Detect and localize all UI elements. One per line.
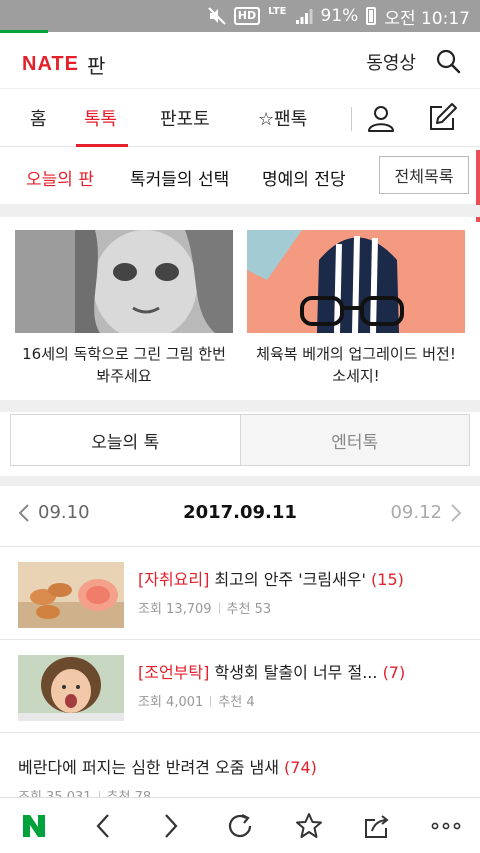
- forward-button[interactable]: [151, 806, 191, 846]
- featured-thumbnail-drawing: [15, 230, 233, 333]
- main-tabs: 홈 톡톡 판포토 ☆팬톡: [0, 89, 480, 147]
- tab-fantalk[interactable]: ☆팬톡: [258, 105, 307, 131]
- clock: 오전 10:17: [384, 8, 470, 29]
- all-list-button[interactable]: 전체목록: [379, 156, 469, 194]
- refresh-icon: [228, 813, 252, 837]
- date-navigation: 09.10 2017.09.11 09.12: [0, 487, 480, 547]
- list-item-recommend: 추천 4: [218, 695, 255, 710]
- section-gap: [0, 476, 480, 486]
- tab-home[interactable]: 홈: [30, 105, 47, 131]
- list-item-title: [자취요리] 최고의 안주 '크림새우' (15): [138, 566, 470, 590]
- back-button[interactable]: [83, 806, 123, 846]
- section-gap: [0, 400, 480, 412]
- list-item-title-text: 베란다에 퍼지는 심한 반려견 오줌 냄새: [18, 758, 279, 777]
- list-item-title-text: 최고의 안주 '크림새우': [214, 570, 366, 589]
- featured-card[interactable]: 16세의 독학으로 그린 그림 한번 봐주세요: [15, 230, 233, 387]
- star-icon: [295, 812, 322, 838]
- chevron-right-icon: [165, 813, 178, 838]
- subtab-hall-of-fame[interactable]: 명예의 전당: [262, 165, 346, 190]
- user-icon[interactable]: [366, 103, 396, 133]
- list-item-meta: 조회 13,709 추천 53: [138, 598, 470, 617]
- search-icon[interactable]: [434, 47, 462, 75]
- talk-type-toggle: 오늘의 톡 엔터톡: [10, 414, 470, 466]
- write-icon[interactable]: [426, 101, 458, 133]
- tab-panphoto[interactable]: 판포토: [160, 105, 210, 131]
- tab-divider: [351, 107, 352, 131]
- logo-brand: NATE: [22, 53, 79, 75]
- featured-caption: 16세의 독학으로 그린 그림 한번 봐주세요: [22, 345, 226, 385]
- sub-tabs: 오늘의 판 톡커들의 선택 명예의 전당 전체목록: [0, 147, 480, 205]
- toggle-enter-talk[interactable]: 엔터톡: [241, 415, 470, 465]
- featured-thumbnail-pillow: [247, 230, 465, 333]
- battery-icon: [366, 7, 377, 25]
- list-item-meta: 조회 4,001 추천 4: [138, 691, 470, 710]
- list-item-views: 조회 13,709: [138, 602, 212, 617]
- list-item-category: [자취요리]: [138, 570, 210, 589]
- chevron-left-icon: [96, 813, 109, 838]
- list-item-category: [조언부탁]: [138, 663, 210, 682]
- list-item-views: 조회 4,001: [138, 695, 204, 710]
- status-bar: HD LTE 91% 오전 10:17: [0, 0, 480, 33]
- bookmark-button[interactable]: [289, 806, 329, 846]
- list-item[interactable]: 베란다에 퍼지는 심한 반려견 오줌 냄새 (74) 조회 35,031추천 7…: [0, 734, 480, 805]
- list-item-comment-count: (15): [371, 570, 404, 589]
- next-date-button[interactable]: 09.12: [390, 502, 462, 523]
- list-item-comment-count: (74): [284, 758, 317, 777]
- battery-percent: 91%: [320, 6, 359, 26]
- subtab-today-pann[interactable]: 오늘의 판: [26, 165, 94, 190]
- toggle-today-talk[interactable]: 오늘의 톡: [11, 415, 241, 465]
- share-icon: [365, 814, 389, 838]
- list-item-title-text: 학생회 탈출이 너무 절...: [214, 663, 378, 682]
- list-item[interactable]: [조언부탁] 학생회 탈출이 너무 절... (7) 조회 4,001 추천 4: [0, 641, 480, 733]
- tab-toktok[interactable]: 톡톡: [84, 105, 117, 131]
- hd-badge: HD: [233, 7, 261, 25]
- featured-caption: 체육복 베개의 업그레이드 버전! 소세지!: [256, 345, 456, 385]
- subtab-talkers-choice[interactable]: 톡커들의 선택: [130, 165, 229, 190]
- section-gap: [0, 205, 480, 217]
- list-item-recommend: 추천 53: [226, 602, 272, 617]
- list-item-comment-count: (7): [382, 663, 406, 682]
- naver-home-button[interactable]: [14, 806, 54, 846]
- refresh-button[interactable]: [220, 806, 260, 846]
- logo-sub: 판: [86, 54, 106, 78]
- more-dots-icon: [431, 822, 461, 829]
- browser-bottom-bar: [0, 797, 480, 853]
- naver-n-icon: [23, 814, 46, 837]
- list-item-title: 베란다에 퍼지는 심한 반려견 오줌 냄새 (74): [18, 754, 470, 778]
- next-date-label: 09.12: [390, 502, 442, 523]
- signal-icon: [295, 9, 313, 24]
- app-header: NATE 판 동영상: [0, 33, 480, 89]
- share-button[interactable]: [357, 806, 397, 846]
- nate-pann-logo[interactable]: NATE 판: [22, 50, 105, 79]
- list-thumbnail-person: [18, 655, 124, 721]
- featured-card[interactable]: 체육복 베개의 업그레이드 버전! 소세지!: [247, 230, 465, 387]
- list-item[interactable]: [자취요리] 최고의 안주 '크림새우' (15) 조회 13,709 추천 53: [0, 548, 480, 640]
- more-button[interactable]: [426, 806, 466, 846]
- chevron-right-icon: [451, 503, 462, 522]
- lte-indicator: LTE: [268, 6, 287, 17]
- list-thumbnail-shrimp: [18, 562, 124, 628]
- video-link[interactable]: 동영상: [366, 49, 416, 75]
- mute-icon: [208, 7, 226, 25]
- list-item-title: [조언부탁] 학생회 탈출이 너무 절... (7): [138, 659, 470, 683]
